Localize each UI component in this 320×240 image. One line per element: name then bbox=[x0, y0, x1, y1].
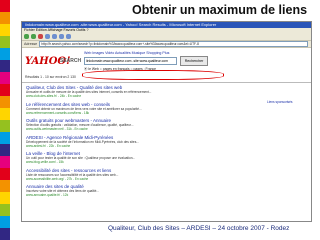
address-bar: Adresse http://fr.search.yahoo.com/searc… bbox=[22, 41, 311, 48]
color-stripe bbox=[0, 60, 10, 72]
color-stripe bbox=[0, 216, 10, 228]
address-label: Adresse bbox=[24, 42, 38, 46]
search-label: SEARCH bbox=[60, 58, 82, 64]
color-stripe bbox=[0, 180, 10, 192]
browser-screenshot: linkdomain:www.qualiteur.com -site:www.q… bbox=[21, 21, 312, 222]
color-stripe bbox=[0, 72, 10, 84]
result-item: ARDESI - Agence Régionale Midi-Pyrénées … bbox=[26, 135, 307, 148]
slide-title: Obtenir un maximum de liens bbox=[132, 3, 308, 17]
result-item: Outils gratuits pour webmasters - Annuai… bbox=[26, 118, 307, 131]
color-stripe bbox=[0, 0, 10, 12]
result-item: Accessibilité des sites - ressources et … bbox=[26, 168, 307, 181]
result-count: Résultats 1 - 10 sur environ 2 130 bbox=[25, 75, 76, 79]
browser-toolbar bbox=[22, 33, 311, 41]
color-stripe bbox=[0, 144, 10, 156]
color-stripe bbox=[0, 204, 10, 216]
result-url[interactable]: www.outils-webmaster.net/ - 31k - En cac… bbox=[26, 127, 307, 131]
result-item: Qualiteur, Club des Sites - Qualité des … bbox=[26, 85, 307, 98]
color-stripe bbox=[0, 24, 10, 36]
search-tabs[interactable]: Web Images Vidéo Actualités Musique Shop… bbox=[84, 51, 169, 55]
result-url[interactable]: www.ardesi.fr/ - 22k - En cache bbox=[26, 144, 307, 148]
color-stripe bbox=[0, 132, 10, 144]
back-icon[interactable] bbox=[24, 34, 29, 39]
result-url[interactable]: www.club-des-sites.fr/ - 24k - En cache bbox=[26, 94, 307, 98]
search-icon[interactable] bbox=[59, 34, 64, 39]
search-button[interactable]: Rechercher bbox=[180, 56, 208, 66]
slide-footer: Qualiteur, Club des Sites – ARDESI – 24 … bbox=[108, 225, 290, 232]
search-input[interactable]: linkdomain:www.qualiteur.com -site:www.q… bbox=[84, 57, 177, 65]
result-url[interactable]: www.annuaire-qualite.fr/ - 12k bbox=[26, 193, 307, 197]
home-icon[interactable] bbox=[52, 34, 57, 39]
refresh-icon[interactable] bbox=[45, 34, 50, 39]
color-stripe bbox=[0, 36, 10, 48]
color-stripe bbox=[0, 84, 10, 96]
result-item: La veille - Blog de l'internet Un outil … bbox=[26, 151, 307, 164]
sponsored-links-header[interactable]: Liens sponsorisés bbox=[267, 100, 307, 104]
color-stripe bbox=[0, 48, 10, 60]
highlight-ellipse bbox=[82, 70, 224, 80]
color-stripe-bar bbox=[0, 0, 10, 240]
result-item: Annuaire des sites de qualité Inscrivez … bbox=[26, 184, 307, 197]
result-url[interactable]: www.referencement-conseils.com/liens - 1… bbox=[26, 111, 307, 115]
result-url[interactable]: www.blog-veille.com/ - 15k bbox=[26, 160, 307, 164]
color-stripe bbox=[0, 168, 10, 180]
color-stripe bbox=[0, 228, 10, 240]
stop-icon[interactable] bbox=[38, 34, 43, 39]
color-stripe bbox=[0, 108, 10, 120]
color-stripe bbox=[0, 156, 10, 168]
color-stripe bbox=[0, 12, 10, 24]
address-input[interactable]: http://fr.search.yahoo.com/search?p=link… bbox=[39, 41, 308, 47]
color-stripe bbox=[0, 96, 10, 108]
forward-icon[interactable] bbox=[31, 34, 36, 39]
result-url[interactable]: www.accessibilite-web.org/ - 27k - En ca… bbox=[26, 177, 307, 181]
result-item: Le référencement des sites web - conseil… bbox=[26, 102, 307, 115]
favorites-icon[interactable] bbox=[66, 34, 71, 39]
color-stripe bbox=[0, 192, 10, 204]
color-stripe bbox=[0, 120, 10, 132]
yahoo-header: YAHOO! SEARCH Web Images Vidéo Actualité… bbox=[22, 48, 311, 83]
